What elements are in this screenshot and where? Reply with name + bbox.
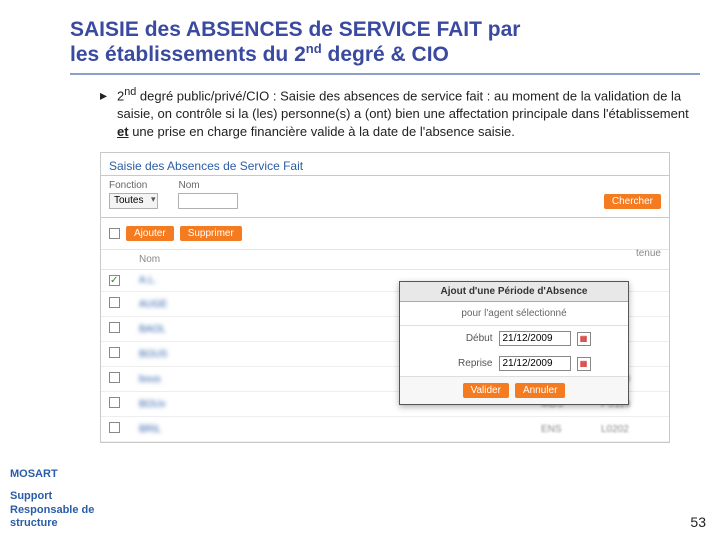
row-name: BRIL [139,424,541,435]
support-label: Support Responsable de structure [10,490,94,530]
row-checkbox[interactable] [109,297,120,308]
page-number: 53 [690,514,706,530]
supprimer-button[interactable]: Supprimer [180,226,242,241]
title-sup: nd [306,41,322,56]
reprise-label: Reprise [438,358,493,369]
nom-label: Nom [178,180,238,191]
bullet-item: ▸ 2nd degré public/privé/CIO : Saisie de… [70,85,700,140]
bullet-text: 2nd degré public/privé/CIO : Saisie des … [117,85,690,140]
valider-button[interactable]: Valider [463,383,509,398]
row-checkbox[interactable] [109,347,120,358]
panel-title: Saisie des Absences de Service Fait [101,153,669,176]
row-checkbox[interactable] [109,322,120,333]
fonction-label: Fonction [109,180,158,191]
footer-left: MOSART Support Responsable de structure [10,468,94,530]
table-row[interactable]: BRILENSL0202 [101,417,669,442]
calendar-icon[interactable]: ▦ [577,332,591,346]
col-tenue: tenue [636,248,661,259]
title-line2b: degré & CIO [322,43,449,66]
add-absence-modal: Ajout d'une Période d'Absence pour l'age… [399,281,629,405]
list-header: Nom [101,250,669,270]
nom-input[interactable] [178,193,238,209]
modal-title: Ajout d'une Période d'Absence [400,282,628,302]
calendar-icon[interactable]: ▦ [577,357,591,371]
app-screenshot: Saisie des Absences de Service Fait Fonc… [100,152,670,443]
title-line2a: les établissements du 2 [70,43,306,66]
filter-bar: Fonction Toutes Nom Chercher [101,176,669,218]
select-all-checkbox[interactable] [109,228,120,239]
action-bar: Ajouter Supprimer [101,218,669,250]
chercher-button[interactable]: Chercher [604,194,661,209]
row-checkbox[interactable] [109,397,120,408]
bullet-marker: ▸ [100,85,107,140]
reprise-input[interactable]: 21/12/2009 [499,356,571,371]
row-checkbox[interactable] [109,275,120,286]
title-line1: SAISIE des ABSENCES de SERVICE FAIT par [70,18,520,41]
row-c4: L0202 [601,424,661,435]
row-checkbox[interactable] [109,372,120,383]
mosart-label: MOSART [10,468,94,480]
row-c3: ENS [541,424,601,435]
row-checkbox[interactable] [109,422,120,433]
ajouter-button[interactable]: Ajouter [126,226,174,241]
modal-subtitle: pour l'agent sélectionné [400,302,628,326]
slide-title: SAISIE des ABSENCES de SERVICE FAIT par … [70,18,700,67]
title-separator [70,73,700,75]
debut-input[interactable]: 21/12/2009 [499,331,571,346]
annuler-button[interactable]: Annuler [515,383,565,398]
col-nom: Nom [139,254,661,265]
debut-label: Début [438,333,493,344]
fonction-select[interactable]: Toutes [109,193,158,209]
